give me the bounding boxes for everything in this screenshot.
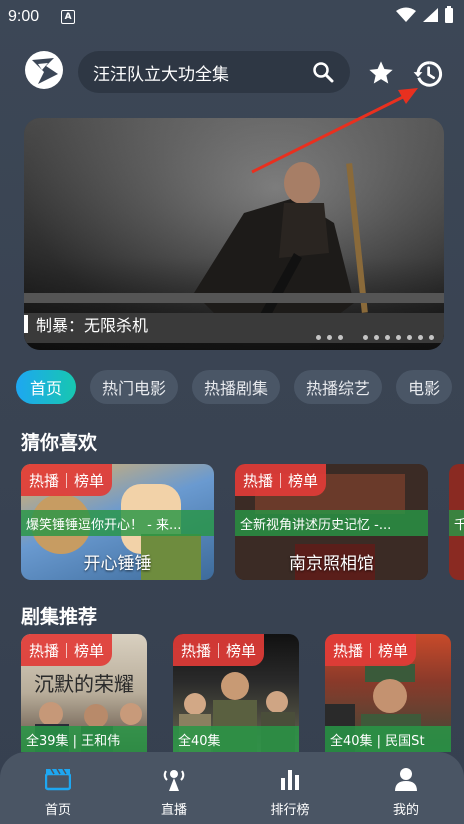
bar-chart-icon (281, 770, 299, 790)
page-dot (396, 335, 401, 340)
hot-badge: 热播｜榜单 (235, 464, 327, 496)
banner-title: 制暴：无限杀机 (36, 316, 149, 335)
caption-bar (24, 315, 28, 333)
drama-row: 沉默的荣耀 热播｜榜单 全39集 | 王和伟 热播｜榜单 全40集 热播｜榜单 … (21, 634, 451, 752)
guess-row: 热播｜榜单 爆笑锤锤逗你开心！ - 来... 开心锤锤 热播｜榜单 全新视角讲述… (21, 464, 464, 580)
page-dot (385, 335, 390, 340)
header: 汪汪队立大功全集 (0, 46, 464, 98)
history-icon[interactable] (413, 59, 443, 89)
page-dot (407, 335, 412, 340)
notification-a-icon: A (61, 10, 76, 24)
hot-badge: 热播｜榜单 (173, 634, 265, 666)
hot-badge: 热播｜榜单 (21, 634, 113, 666)
guess-card[interactable]: 热播｜榜单 全新视角讲述历史记忆 -... 南京照相馆 (235, 464, 428, 580)
hot-badge: 热播｜榜单 (21, 464, 113, 496)
nav-home-label: 首页 (44, 803, 71, 818)
hero-banner[interactable]: 制暴：无限杀机 (24, 118, 444, 350)
drama-footer: 全40集 (173, 726, 299, 752)
banner-caption: 制暴：无限杀机 (24, 312, 148, 336)
nav-mine-label: 我的 (392, 803, 419, 818)
star-icon[interactable] (367, 59, 395, 87)
page-dot (429, 335, 434, 340)
live-antenna-icon (163, 770, 185, 791)
tab-home[interactable]: 首页 (16, 370, 77, 404)
bottom-nav: 首页 直播 排行榜 我的 (0, 752, 464, 824)
card-title: 南京照相馆 (289, 554, 374, 574)
nav-ranking[interactable]: 排行榜 (232, 752, 348, 824)
person-icon (395, 768, 417, 791)
status-time: 9:00 (8, 8, 40, 25)
card-title: 开心锤锤 (83, 554, 152, 574)
app-logo-icon[interactable] (24, 50, 64, 90)
hot-badge: 热播｜榜单 (325, 634, 417, 666)
clapperboard-icon (45, 768, 71, 791)
drama-footer: 全40集 | 民国St (325, 726, 451, 752)
signal-icon (423, 8, 438, 22)
category-tabs: 首页 热门电影 热播剧集 热播综艺 电影 (16, 370, 453, 404)
search-icon[interactable] (312, 61, 334, 83)
nav-mine[interactable]: 我的 (348, 752, 464, 824)
banner-page-dots (316, 335, 434, 340)
page-dot (327, 335, 332, 340)
guess-card[interactable]: 热播｜榜单 爆笑锤锤逗你开心！ - 来... 开心锤锤 (21, 464, 214, 580)
drama-card[interactable]: 沉默的荣耀 热播｜榜单 全39集 | 王和伟 (21, 634, 147, 752)
drama-card[interactable]: 热播｜榜单 全40集 | 民国St (325, 634, 451, 752)
drama-footer: 全39集 | 王和伟 (21, 726, 147, 752)
search-bar[interactable]: 汪汪队立大功全集 (78, 51, 350, 93)
page-dot (338, 335, 343, 340)
guess-card[interactable]: 千 (449, 464, 464, 580)
page-dot (374, 335, 379, 340)
tab-hot-series[interactable]: 热播剧集 (192, 370, 281, 404)
page-dot (363, 335, 368, 340)
drama-card[interactable]: 热播｜榜单 全40集 (173, 634, 299, 752)
page-dot (418, 335, 423, 340)
poster-title: 沉默的荣耀 (34, 672, 134, 696)
drama-section-title: 剧集推荐 (21, 606, 98, 628)
status-icons (396, 6, 454, 24)
nav-home[interactable]: 首页 (0, 752, 116, 824)
card-subtitle: 全新视角讲述历史记忆 -... (235, 510, 428, 536)
tab-hot-variety[interactable]: 热播综艺 (294, 370, 383, 404)
tab-hot-movies[interactable]: 热门电影 (90, 370, 179, 404)
nav-live-label: 直播 (160, 803, 187, 818)
search-input[interactable]: 汪汪队立大功全集 (93, 60, 229, 85)
nav-live[interactable]: 直播 (116, 752, 232, 824)
status-bar: 9:00 A (0, 0, 464, 34)
guess-section-title: 猜你喜欢 (21, 432, 98, 454)
card-subtitle: 千 (449, 510, 464, 536)
page-dot (316, 335, 321, 340)
tab-movies[interactable]: 电影 (396, 370, 453, 404)
battery-icon (445, 6, 453, 23)
wifi-icon (396, 7, 416, 22)
nav-ranking-label: 排行榜 (270, 803, 310, 818)
card-subtitle: 爆笑锤锤逗你开心！ - 来... (21, 510, 214, 536)
